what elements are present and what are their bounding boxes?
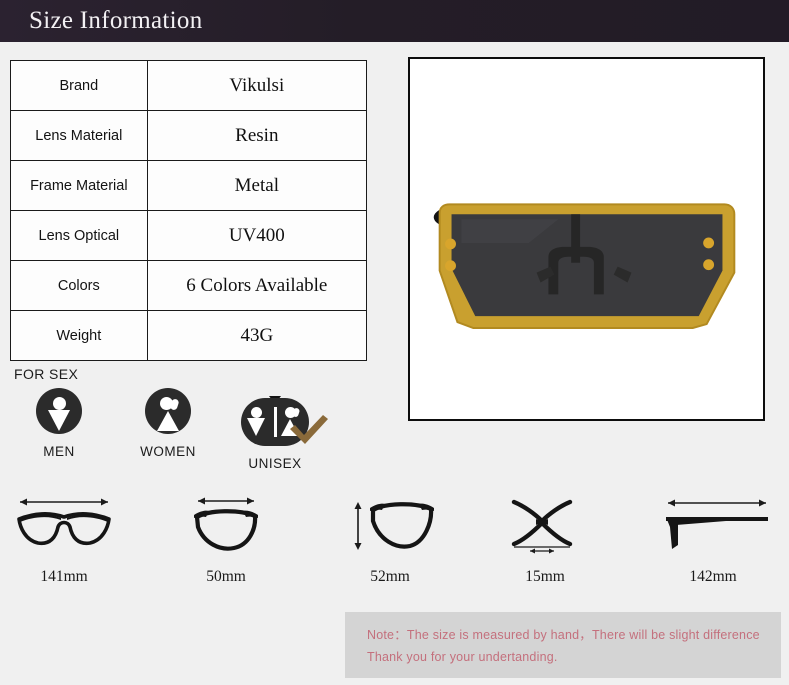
specification-table: Brand Vikulsi Lens Material Resin Frame … xyxy=(10,60,368,361)
spec-label-frame-material: Frame Material xyxy=(10,160,148,211)
measure-label-frame-width: 141mm xyxy=(40,568,88,585)
gender-option-women[interactable]: WOMEN xyxy=(113,388,223,459)
sunglasses-product-image xyxy=(410,59,763,419)
spec-value-weight: 43G xyxy=(146,310,368,361)
measure-label-lens-height: 52mm xyxy=(370,568,410,585)
measure-label-lens-width: 50mm xyxy=(206,568,246,585)
spec-value-lens-material: Resin xyxy=(146,110,368,161)
measure-item-bridge-width: 15mm xyxy=(470,490,620,586)
spec-value-lens-optical: UV400 xyxy=(146,210,368,261)
table-row: Weight 43G xyxy=(10,310,368,361)
gender-caption-women: WOMEN xyxy=(140,444,196,459)
spec-label-lens-optical: Lens Optical xyxy=(10,210,148,261)
measurement-row: 141mm 50mm 52mm 15mm 142mm xyxy=(0,490,789,600)
full-frame-width-icon xyxy=(0,490,139,562)
spec-value-brand: Vikulsi xyxy=(146,60,368,111)
male-figure-icon xyxy=(36,388,82,434)
table-row: Colors 6 Colors Available xyxy=(10,260,368,311)
lens-width-icon xyxy=(151,490,301,562)
bridge-width-icon xyxy=(470,490,620,562)
measure-item-lens-width: 50mm xyxy=(151,490,301,586)
spec-value-frame-material: Metal xyxy=(146,160,368,211)
note-line-2: Thank you for your undertanding. xyxy=(367,650,558,664)
spec-label-brand: Brand xyxy=(10,60,148,111)
gender-caption-men: MEN xyxy=(43,444,75,459)
product-image-box xyxy=(408,57,765,421)
note-line-1: Note：The size is measured by hand，There … xyxy=(367,628,760,642)
table-row: Lens Material Resin xyxy=(10,110,368,161)
spec-value-colors: 6 Colors Available xyxy=(146,260,368,311)
size-note-box: Note：The size is measured by hand，There … xyxy=(345,612,781,678)
measure-item-lens-height: 52mm xyxy=(315,490,465,586)
lens-height-icon xyxy=(315,490,465,562)
for-sex-label: FOR SEX xyxy=(14,366,79,382)
measure-item-temple-length: 142mm xyxy=(638,490,788,586)
measure-label-temple-length: 142mm xyxy=(689,568,737,585)
check-icon xyxy=(290,415,328,444)
gender-option-men[interactable]: MEN xyxy=(4,388,114,459)
measure-label-bridge-width: 15mm xyxy=(525,568,565,585)
page-title: Size Information xyxy=(29,7,203,34)
measure-item-frame-width: 141mm xyxy=(0,490,139,586)
header-bar: Size Information xyxy=(0,0,789,42)
spec-label-colors: Colors xyxy=(10,260,148,311)
spec-label-weight: Weight xyxy=(10,310,148,361)
gender-caption-unisex: UNISEX xyxy=(248,456,302,471)
gender-selector: FOR SEX MEN WOMEN UNISEX xyxy=(12,366,392,476)
table-row: Brand Vikulsi xyxy=(10,60,368,111)
female-figure-icon xyxy=(145,388,191,434)
temple-length-icon xyxy=(638,490,788,562)
table-row: Frame Material Metal xyxy=(10,160,368,211)
spec-label-lens-material: Lens Material xyxy=(10,110,148,161)
table-row: Lens Optical UV400 xyxy=(10,210,368,261)
